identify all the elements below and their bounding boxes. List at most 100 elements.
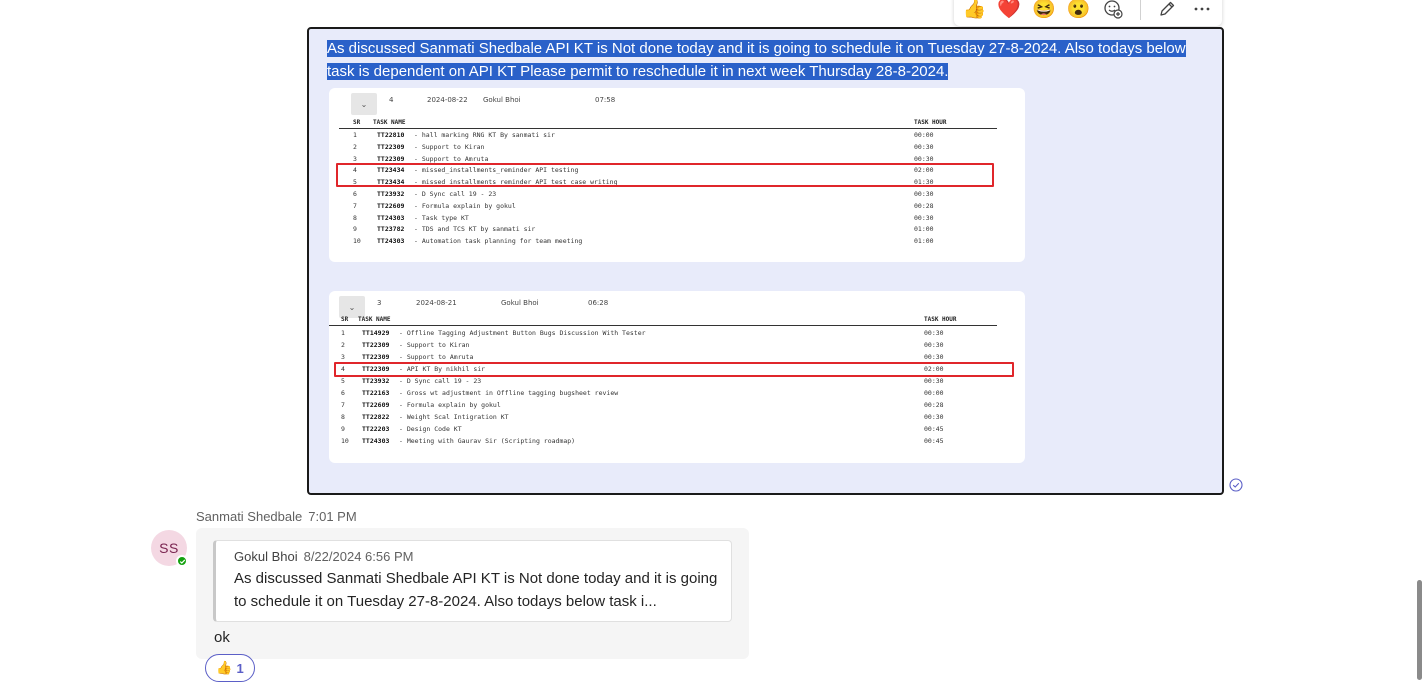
add-reaction-icon: [1104, 0, 1123, 19]
vertical-scrollbar[interactable]: [1417, 580, 1422, 680]
cell-hour: 00:28: [914, 201, 934, 210]
table-header: SR TASK NAME TASK HOUR: [329, 316, 997, 326]
cell-code: TT23782: [377, 225, 405, 234]
reply-message-bubble[interactable]: Gokul Bhoi 8/22/2024 6:56 PM As discussed…: [196, 528, 749, 659]
seen-check-icon: [1229, 478, 1243, 492]
edit-button[interactable]: [1155, 0, 1180, 22]
cell-desc: - Offline Tagging Adjustment Button Bugs…: [399, 329, 646, 337]
col-sr: SR: [353, 119, 361, 126]
quote-header: Gokul Bhoi 8/22/2024 6:56 PM: [234, 549, 731, 564]
cell-sr: 9: [341, 425, 345, 433]
cell-code: TT22309: [377, 142, 405, 151]
col-sr: SR: [341, 316, 349, 323]
message-text: As discussed Sanmati Shedbale API KT is …: [327, 40, 1186, 80]
toolbar-divider: [1139, 0, 1141, 20]
task-user: Gokul Bhoi: [501, 299, 539, 307]
table-row: 2 TT22309 - Support to Kiran 00:30: [339, 141, 997, 153]
table-row: 6 TT22163 - Gross wt adjustment in Offline…: [329, 387, 997, 399]
heart-icon: ❤️: [997, 0, 1021, 20]
cell-hour: 00:30: [914, 213, 934, 222]
laugh-icon: 😆: [1031, 0, 1056, 20]
cell-desc: - Formula explain by gokul: [414, 201, 516, 210]
cell-sr: 10: [353, 237, 361, 246]
cell-sr: 8: [353, 213, 357, 222]
cell-sr: 8: [341, 413, 345, 421]
chevron-down-icon: ⌄: [351, 93, 377, 115]
quote-author: Gokul Bhoi: [234, 549, 298, 564]
task-screenshot-card[interactable]: ⌄ 4 2024-08-22 Gokul Bhoi 07:58 SR TASK …: [329, 88, 1025, 262]
cell-code: TT24303: [362, 437, 390, 445]
cell-hour: 01:00: [914, 225, 934, 234]
cell-sr: 1: [353, 131, 357, 139]
task-total: 07:58: [595, 96, 616, 104]
cell-desc: - Formula explain by gokul: [399, 401, 501, 409]
like-icon: 👍: [216, 660, 233, 675]
cell-sr: 2: [341, 341, 345, 349]
cell-hour: 00:30: [914, 142, 934, 151]
cell-code: TT22309: [362, 341, 390, 349]
chat-view: 👍 ❤️ 😆 😮 As discussed Sanmati Shedbale A…: [0, 0, 1427, 698]
like-reaction-button[interactable]: 👍: [962, 0, 987, 22]
cell-hour: 00:30: [914, 190, 934, 198]
cell-desc: - D Sync call 19 - 23: [414, 190, 497, 198]
cell-sr: 9: [353, 225, 357, 234]
cell-code: TT22822: [362, 413, 390, 421]
task-count: 3: [377, 299, 382, 307]
reaction-count-chip[interactable]: 👍 1: [205, 654, 255, 682]
selected-message-bubble[interactable]: As discussed Sanmati Shedbale API KT is …: [307, 27, 1224, 495]
cell-desc: - Task type KT: [414, 213, 469, 222]
message-meta: Sanmati Shedbale 7:01 PM: [196, 509, 357, 524]
more-options-button[interactable]: [1189, 0, 1214, 22]
laugh-reaction-button[interactable]: 😆: [1031, 0, 1056, 22]
col-task-name: TASK NAME: [373, 119, 406, 126]
cell-code: TT22609: [377, 201, 405, 210]
cell-desc: - TDS and TCS KT by sanmati sir: [414, 225, 536, 234]
cell-hour: 00:30: [924, 341, 944, 349]
presence-available-icon: [176, 555, 188, 567]
cell-code: TT22203: [362, 425, 390, 433]
cell-code: TT14929: [362, 329, 390, 337]
reaction-count: 1: [236, 660, 244, 676]
heart-reaction-button[interactable]: ❤️: [997, 0, 1022, 22]
add-reaction-button[interactable]: [1101, 0, 1126, 22]
cell-sr: 6: [341, 389, 345, 397]
cell-code: TT24303: [377, 237, 405, 246]
cell-desc: - hall marking RNG KT By sanmati sir: [414, 131, 555, 139]
cell-sr: 7: [353, 201, 357, 210]
cell-code: TT22609: [362, 401, 390, 409]
highlight-box: [336, 163, 994, 187]
quoted-message[interactable]: Gokul Bhoi 8/22/2024 6:56 PM As discussed…: [213, 540, 732, 622]
cell-hour: 00:30: [924, 329, 944, 337]
cell-sr: 6: [353, 190, 357, 198]
cell-sr: 7: [341, 401, 345, 409]
reply-text: ok: [214, 629, 230, 646]
highlight-box: [334, 362, 1014, 377]
cell-code: TT22810: [377, 131, 405, 139]
cell-desc: - Support to Kiran: [399, 341, 470, 349]
cell-code: TT24303: [377, 213, 405, 222]
table-row: 10 TT24303 - Meeting with Gaurav Sir (Scri…: [329, 435, 997, 447]
quote-time: 8/22/2024 6:56 PM: [303, 549, 414, 564]
cell-sr: 2: [353, 142, 357, 151]
surprised-icon: 😮: [1066, 0, 1091, 20]
task-screenshot-card[interactable]: ⌄ 3 2024-08-21 Gokul Bhoi 06:28 SR TASK …: [329, 291, 1025, 463]
table-row: 9 TT23782 - TDS and TCS KT by sanmati sir 0…: [339, 223, 997, 235]
cell-desc: - Support to Kiran: [414, 142, 485, 151]
quote-text: As discussed Sanmati Shedbale API KT is …: [234, 570, 718, 610]
task-date: 2024-08-21: [416, 299, 457, 307]
cell-desc: - Meeting with Gaurav Sir (Scripting roa…: [399, 437, 576, 445]
task-total: 06:28: [588, 299, 609, 307]
cell-code: TT22163: [362, 389, 390, 397]
cell-desc: - Weight Scal Intigration KT: [399, 413, 509, 421]
table-row: 8 TT22822 - Weight Scal Intigration KT 00:3…: [329, 411, 997, 423]
task-user: Gokul Bhoi: [483, 96, 521, 104]
edit-icon: [1160, 1, 1175, 16]
cell-hour: 00:45: [924, 425, 944, 433]
message-time: 7:01 PM: [308, 509, 357, 524]
table-row: 2 TT22309 - Support to Kiran 00:30: [329, 339, 997, 351]
surprised-reaction-button[interactable]: 😮: [1066, 0, 1091, 22]
col-task-hour: TASK HOUR: [924, 316, 957, 323]
cell-hour: 00:00: [914, 131, 934, 139]
task-date: 2024-08-22: [427, 96, 468, 104]
cell-hour: 01:00: [914, 237, 934, 246]
